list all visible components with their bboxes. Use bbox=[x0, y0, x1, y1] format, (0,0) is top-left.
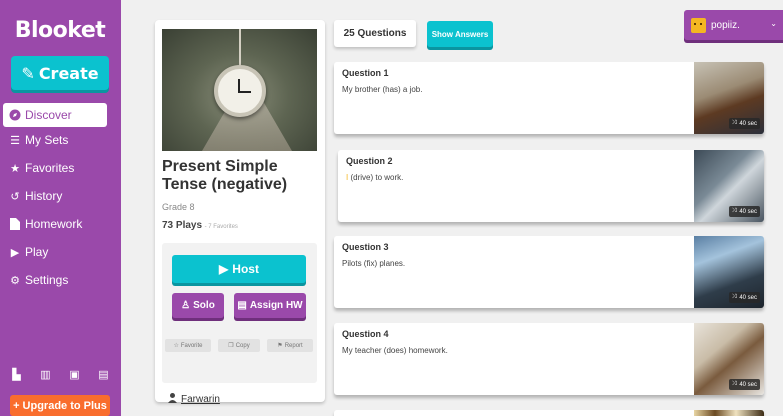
sidebar: Blooket ✎ Create Discover ☰ My Sets ★ Fa… bbox=[0, 0, 121, 416]
sidebar-item-history[interactable]: ↺ History bbox=[0, 184, 121, 208]
question-image bbox=[694, 410, 764, 416]
upgrade-button[interactable]: + Upgrade to Plus bbox=[10, 395, 110, 416]
stats-icon[interactable]: ▙ bbox=[10, 368, 23, 381]
set-favorites-count: - 7 Favorites bbox=[204, 224, 238, 230]
list-icon: ☰ bbox=[10, 134, 20, 147]
question-meta-badge: ⤨ 40 sec bbox=[728, 292, 760, 303]
sidebar-item-favorites[interactable]: ★ Favorites bbox=[0, 156, 121, 180]
set-title: Present Simple Tense (negative) bbox=[162, 158, 288, 193]
question-count: 25 Questions bbox=[334, 20, 416, 47]
user-icon: ♙ bbox=[181, 300, 191, 311]
chevron-down-icon: ⌄ bbox=[770, 19, 777, 28]
set-author[interactable]: Farwarin bbox=[162, 389, 317, 409]
question-label: Question 3 bbox=[342, 242, 389, 252]
gear-icon: ⚙ bbox=[10, 274, 20, 287]
play-icon: ▶ bbox=[10, 246, 20, 259]
file-icon: ▤ bbox=[237, 300, 247, 311]
shuffle-icon: ⤨ bbox=[731, 294, 737, 300]
sidebar-item-play[interactable]: ▶ Play bbox=[0, 240, 121, 264]
sidebar-item-settings[interactable]: ⚙ Settings bbox=[0, 268, 121, 292]
question-image: ⤨ 40 sec bbox=[694, 236, 764, 308]
question-meta-badge: ⤨ 40 sec bbox=[728, 206, 760, 217]
question-label: Question 2 bbox=[346, 156, 393, 166]
question-card-2[interactable]: Question 2 I (drive) to work. ⤨ 40 sec bbox=[338, 150, 764, 222]
host-button[interactable]: ▶ Host bbox=[172, 255, 306, 283]
set-cover-image bbox=[162, 29, 317, 151]
question-card-4[interactable]: Question 4 My teacher (does) homework. ⤨… bbox=[334, 323, 764, 395]
compass-icon bbox=[9, 109, 21, 121]
shuffle-icon: ⤨ bbox=[731, 208, 737, 214]
assign-hw-button[interactable]: ▤ Assign HW bbox=[234, 293, 306, 318]
question-text: Pilots (fix) planes. bbox=[342, 259, 406, 268]
question-image: ⤨ 40 sec bbox=[694, 150, 764, 222]
set-grade: Grade 8 bbox=[162, 202, 195, 212]
news-icon[interactable]: ▤ bbox=[97, 368, 110, 381]
question-text: My teacher (does) homework. bbox=[342, 346, 448, 355]
star-outline-icon: ☆ bbox=[173, 343, 179, 349]
create-button[interactable]: ✎ Create bbox=[11, 56, 109, 90]
sidebar-bottom-icons: ▙ ▥ ▣ ▤ bbox=[10, 368, 110, 384]
edit-icon: ✎ bbox=[21, 63, 35, 83]
sidebar-item-homework[interactable]: Homework bbox=[0, 212, 121, 236]
flag-icon: ⚑ bbox=[277, 343, 283, 349]
question-image: ⤨ 40 sec bbox=[694, 323, 764, 395]
play-icon: ▶ bbox=[219, 262, 229, 276]
question-label: Question 4 bbox=[342, 329, 389, 339]
question-card-3[interactable]: Question 3 Pilots (fix) planes. ⤨ 40 sec bbox=[334, 236, 764, 308]
favorite-button[interactable]: ☆ Favorite bbox=[165, 339, 211, 352]
set-actions: ▶ Host ♙ Solo ▤ Assign HW ☆ Favorite ❐ C… bbox=[162, 243, 317, 383]
set-card: Present Simple Tense (negative) Grade 8 … bbox=[155, 20, 325, 405]
copy-icon: ❐ bbox=[228, 343, 234, 349]
question-card-1[interactable]: Question 1 My brother (has) a job. ⤨ 40 … bbox=[334, 62, 764, 134]
shuffle-icon: ⤨ bbox=[731, 381, 737, 387]
sidebar-item-my-sets[interactable]: ☰ My Sets bbox=[0, 128, 121, 152]
author-name[interactable]: Farwarin bbox=[181, 394, 220, 405]
user-menu[interactable]: popiiz. ⌄ bbox=[684, 10, 783, 40]
sidebar-item-discover[interactable]: Discover bbox=[3, 103, 107, 127]
star-icon: ★ bbox=[10, 162, 20, 175]
show-answers-button[interactable]: Show Answers bbox=[427, 21, 493, 47]
solo-button[interactable]: ♙ Solo bbox=[172, 293, 224, 318]
question-label: Question 1 bbox=[342, 68, 389, 78]
report-button[interactable]: ⚑ Report bbox=[267, 339, 313, 352]
question-text: My brother (has) a job. bbox=[342, 85, 423, 94]
question-image: ⤨ 40 sec bbox=[694, 62, 764, 134]
inventory-icon[interactable]: ▣ bbox=[68, 368, 81, 381]
user-icon bbox=[168, 392, 177, 406]
shuffle-icon: ⤨ bbox=[731, 120, 737, 126]
history-icon: ↺ bbox=[10, 190, 20, 203]
file-icon bbox=[9, 218, 21, 230]
set-plays: 73 Plays - 7 Favorites bbox=[162, 220, 238, 231]
username: popiiz. bbox=[711, 19, 740, 31]
question-meta-badge: ⤨ 40 sec bbox=[728, 118, 760, 129]
question-meta-badge: ⤨ 40 sec bbox=[728, 379, 760, 390]
blooket-logo[interactable]: Blooket bbox=[8, 18, 112, 43]
copy-button[interactable]: ❐ Copy bbox=[218, 339, 260, 352]
plus-icon: + bbox=[13, 399, 20, 412]
question-text: I (drive) to work. bbox=[346, 173, 404, 182]
avatar bbox=[691, 17, 706, 33]
market-icon[interactable]: ▥ bbox=[39, 368, 52, 381]
question-card-5-partial[interactable] bbox=[334, 410, 764, 416]
